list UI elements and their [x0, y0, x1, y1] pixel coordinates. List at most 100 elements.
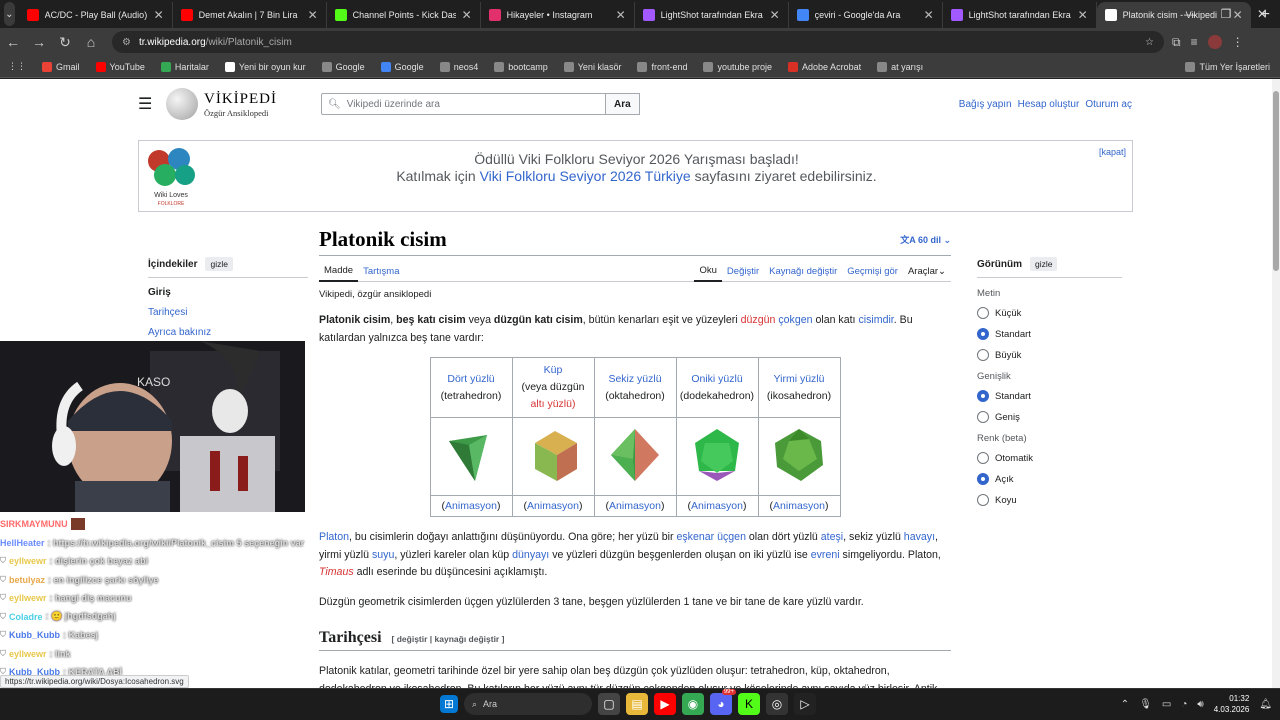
radio-button[interactable] [977, 307, 989, 319]
radio-button[interactable] [977, 452, 989, 464]
bookmark-item[interactable]: Gmail [34, 61, 88, 72]
apps-grid-icon[interactable]: ⋮⋮ [0, 61, 34, 72]
search-input[interactable]: 🔍︎ Vikipedi üzerinde ara [321, 93, 606, 115]
appearance-radio-option[interactable]: Geniş [977, 411, 1122, 423]
solid-name-link[interactable]: Oniki yüzlü [691, 373, 742, 385]
media-player-icon[interactable]: ▷ [794, 693, 816, 715]
radio-button[interactable] [977, 494, 989, 506]
minimize-icon[interactable]: — [1172, 0, 1208, 28]
solid-name-link[interactable]: Dört yüzlü [447, 373, 494, 385]
bookmark-item[interactable]: bootcamp [486, 61, 556, 72]
bookmark-item[interactable]: at yarışı [869, 61, 931, 72]
network-icon[interactable]: ◔ [1181, 699, 1187, 710]
link-duzgun[interactable]: düzgün [741, 314, 776, 326]
section-edit-links[interactable]: [ değiştir | kaynağı değiştir ] [392, 634, 505, 644]
reload-icon[interactable]: ↻ [52, 34, 78, 51]
bookmark-item[interactable]: youtube proje [695, 61, 780, 72]
url-bar[interactable]: ⚙ tr.wikipedia.org/wiki/Platonik_cisim ☆ [112, 31, 1164, 53]
search-button[interactable]: Ara [606, 93, 640, 115]
kick-icon[interactable]: K [738, 693, 760, 715]
solid-name-link[interactable]: Yirmi yüzlü [774, 373, 825, 385]
profile-avatar[interactable] [1207, 34, 1222, 49]
animation-link[interactable]: Animasyon [445, 500, 497, 512]
view-tab-4[interactable]: Araçlar ⌄ [903, 262, 951, 282]
solid-image[interactable] [439, 423, 503, 487]
appearance-radio-option[interactable]: Standart [977, 328, 1122, 340]
solid-image[interactable] [603, 423, 667, 487]
clock[interactable]: 01:32 4.03.2026 [1214, 693, 1250, 715]
bookmark-item[interactable]: Yeni bir oyun kur [217, 61, 314, 72]
display-icon[interactable]: ▭ [1162, 699, 1171, 710]
bookmark-item[interactable]: Google [314, 61, 373, 72]
tab-close-icon[interactable]: ✕ [308, 8, 318, 22]
view-tab-2[interactable]: Kaynağı değiştir [764, 262, 842, 282]
page-tab-0[interactable]: Madde [319, 262, 359, 282]
solid-image-cell[interactable] [593, 417, 677, 496]
toc-item[interactable]: Tarihçesi [148, 307, 308, 318]
tab-close-icon[interactable]: ✕ [154, 8, 164, 22]
view-tab-3[interactable]: Geçmişi gör [842, 262, 903, 282]
browser-tab[interactable]: AC/DC - Play Ball (Audio) ✕ [19, 2, 173, 28]
appearance-radio-option[interactable]: Büyük [977, 349, 1122, 361]
browser-tab[interactable]: Channel Points - Kick Das ✕ [327, 2, 481, 28]
tab-close-icon[interactable]: ✕ [462, 8, 472, 22]
banner-link[interactable]: Viki Folkloru Seviyor 2026 Türkiye [480, 168, 691, 184]
toc-item[interactable]: Giriş [148, 287, 308, 298]
page-scrollbar[interactable] [1272, 79, 1280, 688]
solid-image[interactable] [685, 423, 749, 487]
appearance-radio-option[interactable]: Koyu [977, 494, 1122, 506]
browser-tab[interactable]: Demet Akalın | 7 Bin Lira ✕ [173, 2, 327, 28]
radio-button[interactable] [977, 349, 989, 361]
file-explorer-icon[interactable]: ▤ [626, 693, 648, 715]
bookmark-item[interactable]: Adobe Acrobat [780, 61, 869, 72]
tab-search-menu-icon[interactable]: ⌄ [4, 2, 15, 26]
solid-name-link[interactable]: Sekiz yüzlü [608, 373, 661, 385]
bookmark-item[interactable]: Yeni klasör [556, 61, 630, 72]
user-link[interactable]: Bağış yapın [959, 99, 1012, 110]
banner-close-link[interactable]: [kapat] [1099, 147, 1126, 157]
language-button[interactable]: 文A 60 dil ⌄ [900, 233, 951, 246]
bookmark-star-icon[interactable]: ☆ [1145, 37, 1154, 48]
tab-close-icon[interactable]: ✕ [616, 8, 626, 22]
appearance-radio-option[interactable]: Açık [977, 473, 1122, 485]
solid-image[interactable] [521, 423, 585, 487]
scrollbar-thumb[interactable] [1273, 91, 1279, 271]
wiki-logo[interactable]: VİKİPEDİ Özgür Ansiklopedi [166, 88, 277, 120]
user-link[interactable]: Hesap oluştur [1018, 99, 1080, 110]
page-tab-1[interactable]: Tartışma [358, 262, 404, 282]
browser-tab[interactable]: Hikayeler • Instagram ✕ [481, 2, 635, 28]
radio-button[interactable] [977, 328, 989, 340]
animation-link[interactable]: Animasyon [609, 500, 661, 512]
solid-name-link[interactable]: Küp [544, 364, 563, 376]
solid-image-cell[interactable] [511, 417, 595, 496]
animation-link[interactable]: Animasyon [527, 500, 579, 512]
all-bookmarks[interactable]: Tüm Yer İşaretleri [1177, 61, 1280, 72]
bookmark-item[interactable]: Google [373, 61, 432, 72]
tab-close-icon[interactable]: ✕ [770, 8, 780, 22]
bookmark-item[interactable]: Haritalar [153, 61, 217, 72]
youtube-icon[interactable]: ▶ [654, 693, 676, 715]
appearance-hide-button[interactable]: gizle [1030, 257, 1058, 271]
link-eskenar-ucgen[interactable]: eşkenar üçgen [676, 531, 746, 543]
start-button[interactable]: ⊞ [440, 695, 458, 713]
solid-image-cell[interactable] [675, 417, 759, 496]
link-havayi[interactable]: havayı [904, 531, 935, 543]
radio-button[interactable] [977, 390, 989, 402]
tab-close-icon[interactable]: ✕ [924, 8, 934, 22]
chrome-icon[interactable]: ◉ [682, 693, 704, 715]
solid-image-cell[interactable] [757, 417, 841, 496]
toc-hide-button[interactable]: gizle [205, 257, 233, 271]
link-cisimdir[interactable]: cisimdir [858, 314, 893, 326]
solid-extra-link[interactable]: altı yüzlü) [531, 398, 576, 410]
restore-icon[interactable]: ❐ [1208, 0, 1244, 28]
main-menu-icon[interactable]: ☰ [138, 94, 162, 114]
link-suyu[interactable]: suyu [372, 549, 394, 561]
view-tab-1[interactable]: Değiştir [722, 262, 764, 282]
microphone-icon[interactable]: 🎙︎ [1139, 699, 1152, 710]
animation-link[interactable]: Animasyon [773, 500, 825, 512]
link-cokgen[interactable]: çokgen [778, 314, 812, 326]
tab-close-icon[interactable]: ✕ [1078, 8, 1088, 22]
browser-menu-icon[interactable]: ⋮ [1232, 35, 1244, 50]
animation-link[interactable]: Animasyon [691, 500, 743, 512]
home-icon[interactable]: ⌂ [78, 34, 104, 50]
